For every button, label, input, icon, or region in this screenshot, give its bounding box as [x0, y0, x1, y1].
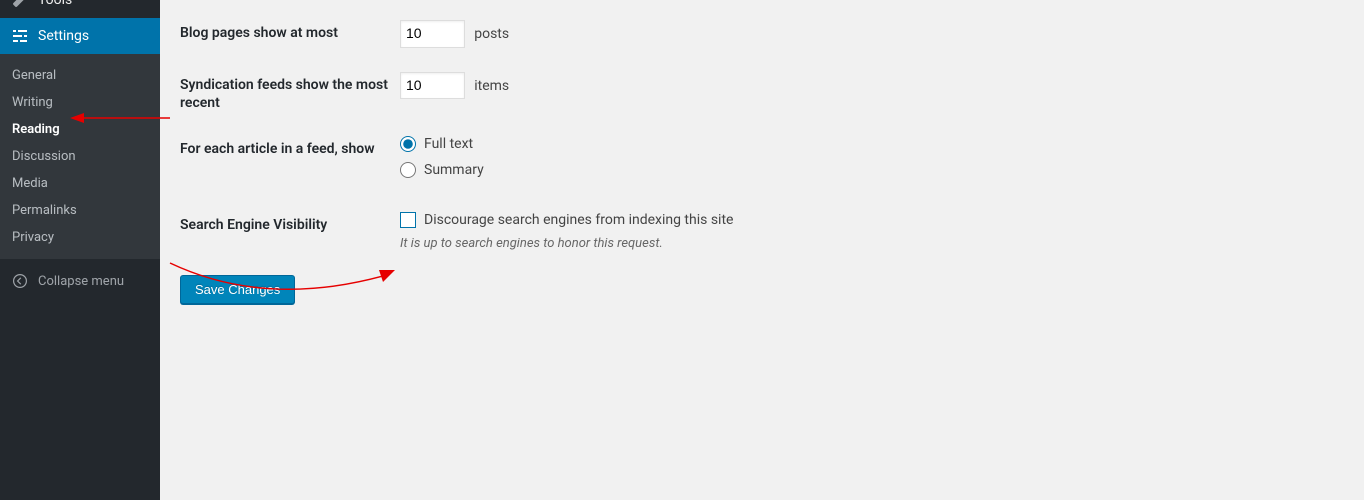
- seo-description: It is up to search engines to honor this…: [400, 236, 1344, 251]
- admin-sidebar: Tools Settings General Writing Reading D…: [0, 0, 160, 500]
- feed-show-label: For each article in a feed, show: [180, 136, 400, 158]
- seo-checkbox-row: Discourage search engines from indexing …: [400, 212, 1344, 228]
- syndication-input[interactable]: [400, 72, 465, 100]
- save-changes-button[interactable]: Save Changes: [180, 275, 295, 304]
- blog-pages-row: Blog pages show at most posts: [180, 20, 1344, 48]
- submenu-item-privacy[interactable]: Privacy: [0, 224, 160, 251]
- feed-full-text-radio[interactable]: [400, 136, 416, 152]
- seo-visibility-field: Discourage search engines from indexing …: [400, 212, 1344, 251]
- seo-visibility-label: Search Engine Visibility: [180, 212, 400, 234]
- wrench-icon: [10, 0, 30, 10]
- sidebar-item-settings[interactable]: Settings: [0, 18, 160, 54]
- syndication-unit: items: [474, 78, 509, 94]
- submenu-item-permalinks[interactable]: Permalinks: [0, 197, 160, 224]
- syndication-row: Syndication feeds show the most recent i…: [180, 72, 1344, 112]
- feed-show-field: Full text Summary: [400, 136, 1344, 188]
- seo-visibility-row: Search Engine Visibility Discourage sear…: [180, 212, 1344, 251]
- submenu-item-writing[interactable]: Writing: [0, 89, 160, 116]
- feed-summary-radio[interactable]: [400, 162, 416, 178]
- feed-summary-option: Summary: [400, 162, 1344, 178]
- seo-discourage-checkbox[interactable]: [400, 212, 416, 228]
- submenu-item-reading[interactable]: Reading: [0, 116, 160, 143]
- sidebar-item-label: Settings: [38, 28, 89, 44]
- blog-pages-label: Blog pages show at most: [180, 20, 400, 42]
- sidebar-item-label: Tools: [38, 0, 72, 8]
- feed-summary-label[interactable]: Summary: [424, 162, 484, 178]
- collapse-icon: [10, 271, 30, 291]
- collapse-label: Collapse menu: [38, 274, 124, 289]
- seo-checkbox-label[interactable]: Discourage search engines from indexing …: [424, 212, 733, 228]
- settings-submenu: General Writing Reading Discussion Media…: [0, 54, 160, 259]
- collapse-menu-button[interactable]: Collapse menu: [0, 263, 160, 299]
- feed-full-text-option: Full text: [400, 136, 1344, 152]
- feed-show-row: For each article in a feed, show Full te…: [180, 136, 1344, 188]
- submenu-item-discussion[interactable]: Discussion: [0, 143, 160, 170]
- blog-pages-field: posts: [400, 20, 1344, 48]
- sidebar-item-tools[interactable]: Tools: [0, 0, 160, 18]
- submit-row: Save Changes: [180, 275, 1344, 304]
- blog-pages-unit: posts: [474, 26, 509, 42]
- feed-full-text-label[interactable]: Full text: [424, 136, 473, 152]
- submenu-item-media[interactable]: Media: [0, 170, 160, 197]
- syndication-label: Syndication feeds show the most recent: [180, 72, 400, 112]
- sliders-icon: [10, 26, 30, 46]
- submenu-item-general[interactable]: General: [0, 62, 160, 89]
- blog-pages-input[interactable]: [400, 20, 465, 48]
- syndication-field: items: [400, 72, 1344, 100]
- reading-settings-form: Blog pages show at most posts Syndicatio…: [180, 20, 1344, 304]
- settings-content: Blog pages show at most posts Syndicatio…: [160, 0, 1364, 500]
